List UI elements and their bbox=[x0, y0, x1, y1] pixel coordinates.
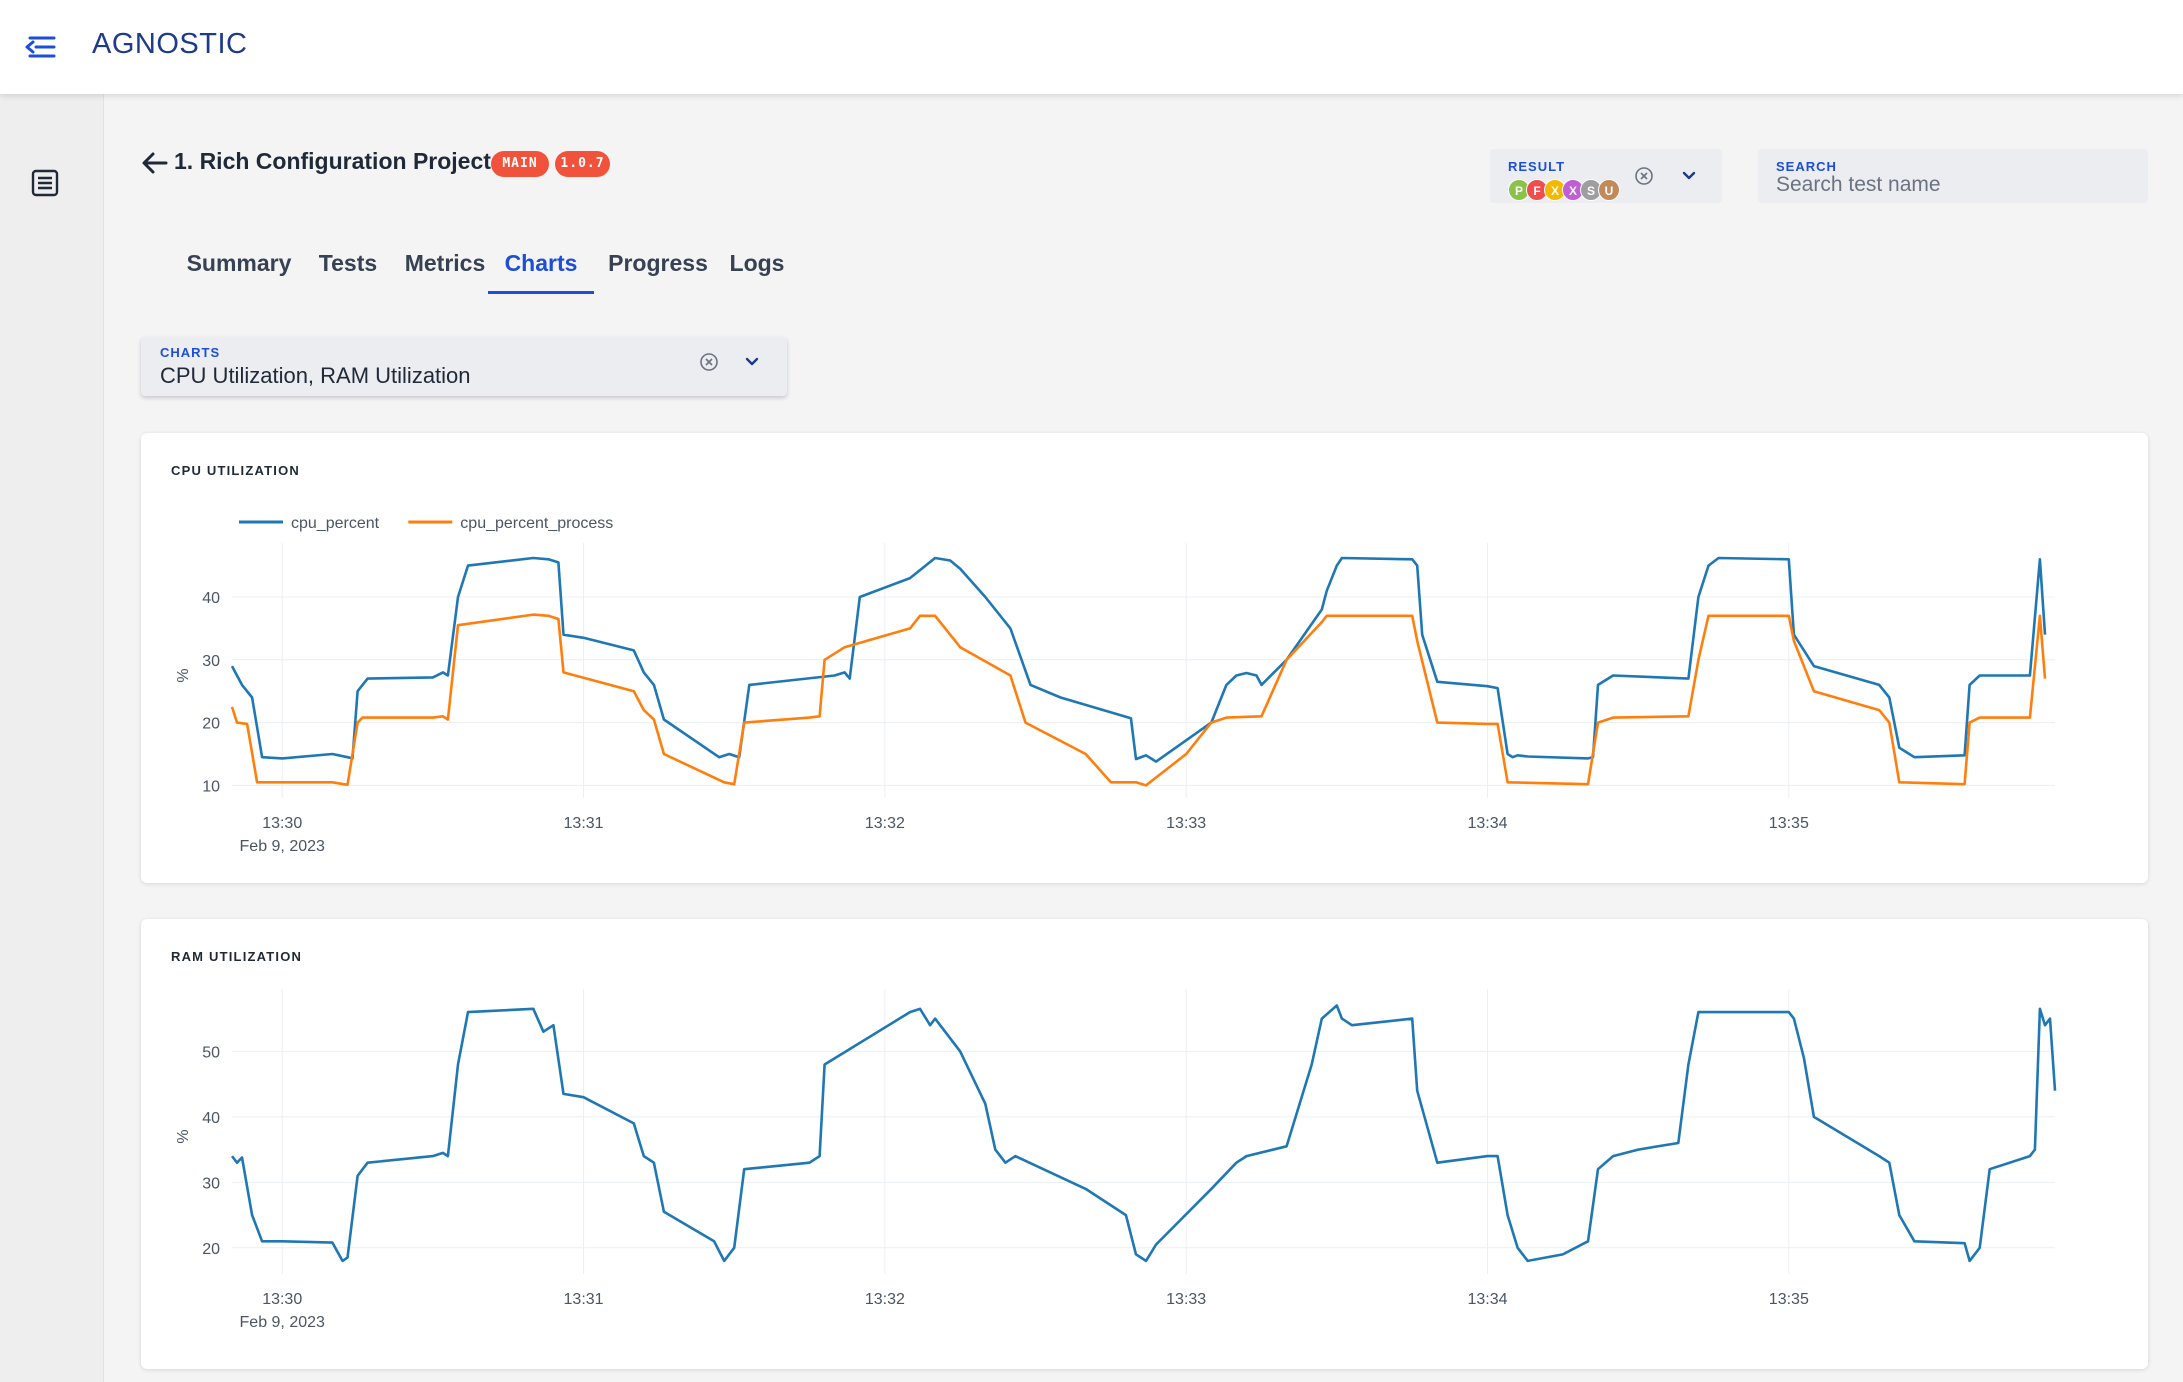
cpu-utilization-chart[interactable]: 13:30 Feb 9, 2023 13:31 13:32 13:33 13:34 13:3… bbox=[141, 433, 2148, 883]
chevron-down-icon[interactable] bbox=[741, 351, 763, 373]
x-tick-label: 13:31 bbox=[564, 1291, 604, 1308]
ram-utilization-chart[interactable]: 13:30 Feb 9, 2023 13:31 13:32 13:33 13:34 13:3… bbox=[141, 919, 2148, 1369]
charts-select-value[interactable]: CPU Utilization, RAM Utilization bbox=[160, 363, 471, 389]
series-line-ram-percent bbox=[230, 1004, 2057, 1263]
x-tick-label: 13:32 bbox=[865, 815, 905, 832]
tab-progress[interactable]: Progress bbox=[604, 250, 712, 294]
y-tick-label: 20 bbox=[202, 1241, 220, 1258]
x-tick-label: 13:34 bbox=[1467, 815, 1507, 832]
search-field[interactable]: SEARCH bbox=[1758, 149, 2148, 203]
y-axis-label: % bbox=[175, 668, 192, 682]
legend-label: cpu_percent_process bbox=[460, 515, 613, 532]
menu-collapse-icon[interactable] bbox=[20, 28, 58, 66]
x-tick-label: 13:35 bbox=[1769, 1291, 1809, 1308]
tab-summary[interactable]: Summary bbox=[164, 250, 314, 294]
tab-charts[interactable]: Charts bbox=[488, 250, 594, 294]
cpu-chart-card: CPU UTILIZATION 13:30 Feb 9, 2023 13:31 13:… bbox=[141, 433, 2148, 883]
x-date-label: Feb 9, 2023 bbox=[240, 838, 326, 855]
x-tick-label: 13:35 bbox=[1769, 815, 1809, 832]
arrow-left-icon[interactable] bbox=[140, 148, 170, 178]
x-tick-label: 13:30 bbox=[262, 1291, 302, 1308]
close-circle-icon[interactable] bbox=[699, 352, 719, 372]
y-axis-label: % bbox=[175, 1129, 192, 1143]
x-tick-label: 13:31 bbox=[564, 815, 604, 832]
charts-select-label: CHARTS bbox=[160, 345, 221, 360]
result-filter-label: RESULT bbox=[1508, 159, 1566, 174]
tab-logs[interactable]: Logs bbox=[720, 250, 794, 294]
y-tick-label: 40 bbox=[202, 1110, 220, 1127]
y-tick-label: 50 bbox=[202, 1044, 220, 1061]
status-chip-unknown: U bbox=[1598, 179, 1620, 201]
x-date-label: Feb 9, 2023 bbox=[240, 1314, 326, 1331]
series-line-cpu-percent-process bbox=[230, 613, 2047, 787]
y-tick-label: 10 bbox=[202, 778, 220, 795]
project-title: 1. Rich Configuration Project bbox=[174, 148, 491, 174]
legend-label: cpu_percent bbox=[291, 515, 380, 532]
x-tick-label: 13:34 bbox=[1467, 1291, 1507, 1308]
y-tick-label: 20 bbox=[202, 716, 220, 733]
app-title[interactable]: AGNOSTIC bbox=[92, 28, 247, 61]
x-tick-label: 13:32 bbox=[865, 1291, 905, 1308]
x-tick-label: 13:30 bbox=[262, 815, 302, 832]
y-tick-label: 30 bbox=[202, 653, 220, 670]
result-filter[interactable]: RESULT P F X X S U bbox=[1490, 149, 1722, 203]
charts-select[interactable]: CHARTS CPU Utilization, RAM Utilization bbox=[141, 337, 787, 396]
x-tick-label: 13:33 bbox=[1166, 815, 1206, 832]
y-tick-label: 30 bbox=[202, 1175, 220, 1192]
close-circle-icon[interactable] bbox=[1634, 166, 1654, 186]
ram-chart-card: RAM UTILIZATION 13:30 Feb 9, 2023 13:31 13:… bbox=[141, 919, 2148, 1369]
chevron-down-icon[interactable] bbox=[1678, 165, 1700, 187]
side-rail bbox=[0, 94, 104, 1382]
search-input[interactable] bbox=[1776, 171, 2126, 199]
tab-metrics[interactable]: Metrics bbox=[390, 250, 500, 294]
document-list-icon[interactable] bbox=[28, 166, 62, 200]
app-bar: AGNOSTIC bbox=[0, 0, 2183, 94]
x-tick-label: 13:33 bbox=[1166, 1291, 1206, 1308]
y-tick-label: 40 bbox=[202, 590, 220, 607]
branch-badge: MAIN bbox=[491, 151, 549, 177]
tab-tests[interactable]: Tests bbox=[298, 250, 398, 294]
version-badge: 1.0.7 bbox=[555, 151, 610, 177]
